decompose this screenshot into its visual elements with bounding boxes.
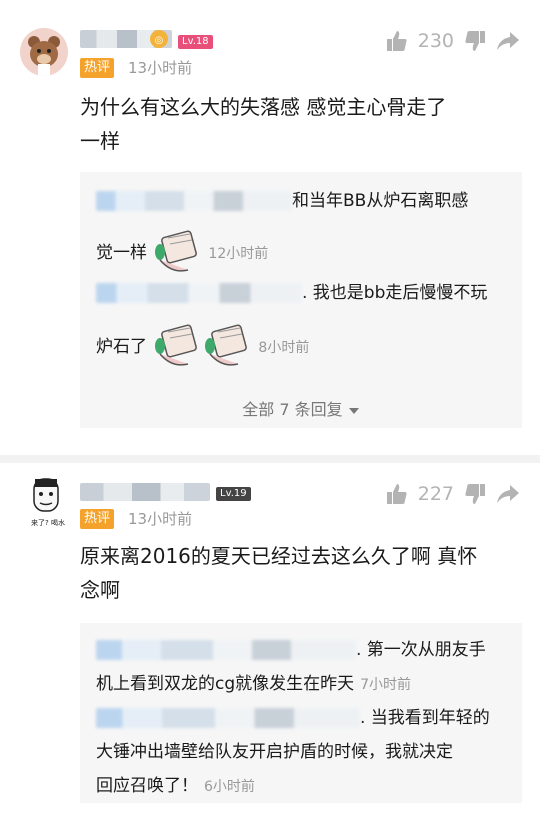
chevron-down-icon: [348, 400, 360, 419]
hot-comment-badge: 热评: [80, 58, 115, 78]
level-badge: Lv.19: [216, 487, 251, 501]
like-count: 230: [417, 30, 454, 52]
reply-box: 和当年BB从炉石离职感 觉一样 12小时前 . 我也是bb走后慢慢不玩 炉石了 …: [80, 172, 522, 428]
username[interactable]: [80, 483, 210, 501]
section-divider: [0, 455, 540, 463]
thumbs-down-icon[interactable]: [464, 30, 486, 52]
share-icon[interactable]: [496, 30, 520, 52]
comment-card: ◎ Lv.18 热评 13小时前 230 为什么有这么大的失落感 感觉主心骨走了…: [0, 0, 540, 455]
reply-item[interactable]: . 第一次从朋友手 机上看到双龙的cg就像发生在昨天 7小时前: [96, 633, 516, 702]
level-badge: Lv.18: [178, 35, 213, 49]
comment-actions: 230: [386, 30, 520, 52]
thumbs-down-icon[interactable]: [464, 483, 486, 505]
hot-comment-badge: 热评: [80, 509, 115, 529]
reply-item[interactable]: 和当年BB从炉石离职感 觉一样 12小时前: [96, 184, 516, 276]
thumbs-up-icon[interactable]: [386, 30, 408, 52]
reply-username[interactable]: [96, 708, 360, 728]
sticker-icon: [152, 324, 202, 370]
reply-time: 8小时前: [258, 340, 310, 356]
avatar[interactable]: [20, 28, 68, 76]
reply-username[interactable]: [96, 283, 302, 303]
thumbs-up-icon[interactable]: [386, 483, 408, 505]
comment-time: 13小时前: [128, 510, 193, 528]
reply-box: . 第一次从朋友手 机上看到双龙的cg就像发生在昨天 7小时前 . 当我看到年轻的…: [80, 623, 522, 803]
comment-actions: 227: [386, 483, 520, 505]
reply-item[interactable]: . 我也是bb走后慢慢不玩 炉石了 8小时前: [96, 276, 516, 370]
share-icon[interactable]: [496, 483, 520, 505]
avatar-caption: 来了? 喝水: [31, 519, 65, 527]
medal-icon: ◎: [148, 29, 170, 53]
comment-text: 为什么有这么大的失落感 感觉主心骨走了 一样: [80, 95, 447, 153]
view-all-replies-button[interactable]: 全部 7 条回复: [80, 396, 522, 420]
reply-text: . 我也是bb走后慢慢不玩: [302, 283, 488, 303]
reply-username[interactable]: [96, 191, 292, 211]
reply-time: 7小时前: [360, 677, 412, 693]
comment-card: 来了? 喝水 Lv.19 热评 13小时前 227 原来离2016的夏天已经过去…: [0, 463, 540, 824]
svg-text:◎: ◎: [155, 35, 164, 46]
comment-time: 13小时前: [128, 59, 193, 77]
like-count: 227: [417, 483, 454, 505]
reply-text: . 第一次从朋友手: [356, 640, 486, 660]
reply-text: . 当我看到年轻的: [360, 708, 490, 728]
reply-text: 和当年BB从炉石离职感: [292, 191, 469, 211]
reply-username[interactable]: [96, 640, 356, 660]
reply-time: 6小时前: [204, 779, 255, 795]
sticker-icon: [202, 324, 252, 370]
reply-time: 12小时前: [208, 246, 269, 262]
sticker-icon: [152, 230, 202, 276]
reply-item[interactable]: . 当我看到年轻的 大锤冲出墙壁给队友开启护盾的时候，我就决定 回应召唤了！ 6小…: [96, 701, 516, 804]
comment-text: 原来离2016的夏天已经过去这么久了啊 真怀 念啊: [80, 544, 478, 602]
